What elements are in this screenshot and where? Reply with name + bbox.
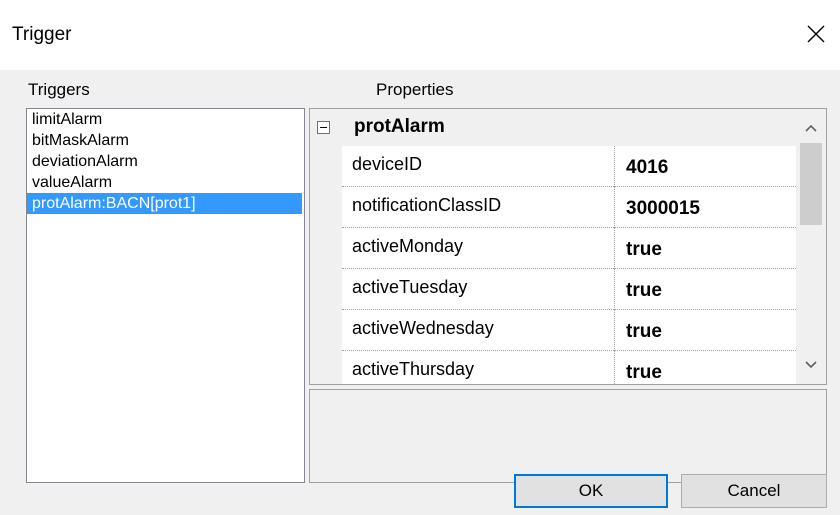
list-item-deviation-alarm[interactable]: deviationAlarm [27,151,304,172]
property-row-active-tuesday[interactable]: activeTuesday true [342,269,798,310]
property-name: activeWednesday [342,310,615,351]
property-value[interactable]: 3000015 [626,187,700,228]
description-panel [309,389,827,483]
category-label: protAlarm [354,116,445,137]
grid-gutter [310,146,342,384]
scroll-thumb[interactable] [800,143,822,225]
property-name: activeTuesday [342,269,615,310]
property-row-active-wednesday[interactable]: activeWednesday true [342,310,798,351]
chevron-up-icon [805,124,817,132]
triggers-label: Triggers [28,80,90,99]
property-name: deviceID [342,146,615,187]
property-row-active-monday[interactable]: activeMonday true [342,228,798,269]
triggers-list[interactable]: limitAlarm bitMaskAlarm deviationAlarm v… [26,108,305,483]
window-title: Trigger [12,24,72,45]
list-item-prot-alarm[interactable]: protAlarm:BACN[prot1] [27,193,302,214]
property-value[interactable]: true [626,269,662,310]
minus-box-icon[interactable] [317,121,330,134]
category-row[interactable]: protAlarm [310,109,798,146]
property-value[interactable]: true [626,351,662,384]
properties-label: Properties [376,80,454,99]
property-name: notificationClassID [342,187,615,228]
vertical-scrollbar[interactable] [796,109,826,384]
scroll-up-button[interactable] [796,113,826,143]
list-item-limit-alarm[interactable]: limitAlarm [27,109,304,130]
property-grid[interactable]: protAlarm deviceID 4016 notificationClas… [309,108,827,385]
property-name: activeThursday [342,351,615,384]
property-row-active-thursday[interactable]: activeThursday true [342,351,798,384]
title-bar: Trigger [0,0,840,70]
property-row-device-id[interactable]: deviceID 4016 [342,146,798,187]
property-value[interactable]: true [626,310,662,351]
chevron-down-icon [805,361,817,369]
close-button[interactable] [798,18,834,50]
list-item-value-alarm[interactable]: valueAlarm [27,172,304,193]
property-name: activeMonday [342,228,615,269]
property-value[interactable]: 4016 [626,146,668,187]
ok-button[interactable]: OK [514,474,668,508]
property-row-notification-class-id[interactable]: notificationClassID 3000015 [342,187,798,228]
close-icon [807,25,825,43]
cancel-button[interactable]: Cancel [681,474,827,508]
list-item-bit-mask-alarm[interactable]: bitMaskAlarm [27,130,304,151]
scroll-down-button[interactable] [796,350,826,380]
property-value[interactable]: true [626,228,662,269]
